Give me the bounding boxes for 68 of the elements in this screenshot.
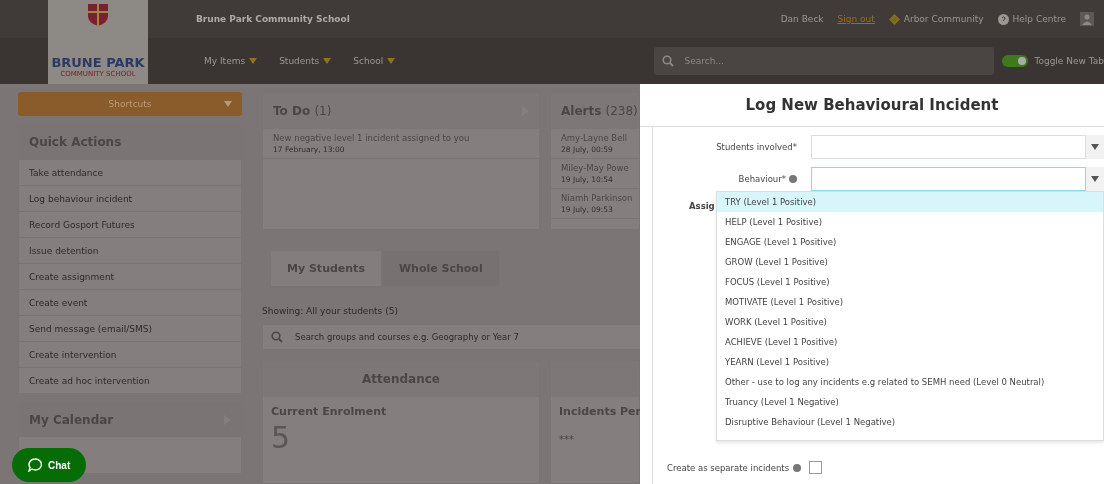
- quick-action-item[interactable]: Send message (email/SMS): [19, 315, 241, 341]
- school-name: Brune Park Community School: [196, 14, 350, 24]
- quick-action-item[interactable]: Record Gosport Futures: [19, 211, 241, 237]
- help-link[interactable]: Help Centre: [1012, 14, 1066, 24]
- chat-button[interactable]: Chat: [12, 448, 87, 482]
- toggle-label: Toggle New Tab: [1034, 56, 1104, 66]
- dropdown-button[interactable]: [1086, 135, 1104, 159]
- dropdown-option[interactable]: TRY (Level 1 Positive): [717, 192, 1103, 212]
- speech-bubble-icon: [28, 458, 42, 472]
- toggle-switch[interactable]: [1002, 55, 1029, 67]
- quick-action-item[interactable]: Take attendance: [19, 159, 241, 185]
- dropdown-option[interactable]: HELP (Level 1 Positive): [717, 212, 1103, 232]
- nav-menu[interactable]: Students: [279, 56, 332, 66]
- quick-action-item[interactable]: Create event: [19, 289, 241, 315]
- search-icon: [662, 55, 675, 67]
- dropdown-option[interactable]: FOCUS (Level 1 Positive): [717, 272, 1103, 292]
- search-input[interactable]: Search...: [682, 55, 987, 67]
- select-field[interactable]: [811, 135, 1086, 159]
- shield-icon: [87, 4, 109, 26]
- dropdown-option[interactable]: ACHIEVE (Level 1 Positive): [717, 332, 1103, 352]
- quick-action-item[interactable]: Create ad hoc intervention: [19, 367, 241, 393]
- caret-icon: [387, 58, 396, 64]
- checkbox-label: Create as separate incidents: [667, 462, 790, 473]
- profile-icon[interactable]: [1080, 12, 1094, 26]
- dialog-title: Log New Behavioural Incident: [640, 84, 1104, 127]
- field-label: Assig: [689, 201, 715, 211]
- group-search-field[interactable]: Search groups and courses e.g. Geography or Year 7: [262, 324, 640, 350]
- shortcuts-button[interactable]: Shortcuts: [18, 92, 242, 116]
- user-name: Dan Beck: [780, 14, 824, 24]
- alert-item[interactable]: Miley-May Powe: [561, 163, 629, 173]
- logo-text: BRUNE PARK: [51, 55, 145, 70]
- dropdown-option[interactable]: WORK (Level 1 Positive): [717, 312, 1103, 332]
- help-icon: [793, 463, 802, 472]
- search-field[interactable]: Search...: [654, 47, 995, 75]
- caret-icon: [224, 101, 232, 107]
- caret-icon: [249, 58, 258, 64]
- metric-value: ***: [558, 433, 575, 447]
- dropdown-option[interactable]: GROW (Level 1 Positive): [717, 252, 1103, 272]
- quick-action-item[interactable]: Create intervention: [19, 341, 241, 367]
- dropdown-button[interactable]: [1086, 167, 1104, 191]
- quick-action-item[interactable]: Log behaviour incident: [19, 185, 241, 211]
- group-search-input[interactable]: Search groups and courses e.g. Geography or Year 7: [293, 331, 637, 343]
- field-label: Behaviour*: [738, 174, 786, 184]
- caret-icon: [1091, 144, 1099, 150]
- dropdown-option[interactable]: YEARN (Level 1 Positive): [717, 352, 1103, 372]
- quick-action-item[interactable]: Create assignment: [19, 263, 241, 289]
- nav-menu[interactable]: My Items: [204, 56, 258, 66]
- caret-icon: [1091, 176, 1099, 182]
- dropdown-option[interactable]: MOTIVATE (Level 1 Positive): [717, 292, 1103, 312]
- community-link[interactable]: Arbor Community: [903, 14, 984, 24]
- showing-text: Showing: All your students (5): [262, 306, 399, 316]
- dropdown-option[interactable]: Disruptive Behaviour (Level 1 Negative): [717, 412, 1103, 432]
- select-field[interactable]: [811, 167, 1086, 191]
- search-icon: [271, 331, 283, 343]
- dropdown-option[interactable]: Truancy (Level 1 Negative): [717, 392, 1103, 412]
- field-label: Students involved*: [716, 142, 797, 152]
- caret-icon: [323, 58, 332, 64]
- community-icon: [888, 13, 900, 25]
- checkbox[interactable]: [809, 461, 823, 474]
- help-icon: [789, 175, 797, 183]
- dropdown-option[interactable]: Other - use to log any incidents e.g related to SEMH need (Level 0 Neutral): [717, 372, 1103, 392]
- nav-menu[interactable]: School: [353, 56, 396, 66]
- metric-title: Current Enrolment: [270, 404, 388, 420]
- dropdown-option[interactable]: ENGAGE (Level 1 Positive): [717, 232, 1103, 252]
- sign-out-link[interactable]: Sign out: [837, 14, 875, 24]
- help-icon: [997, 13, 1009, 25]
- quick-action-item[interactable]: Issue detention: [19, 237, 241, 263]
- tab[interactable]: My Students: [270, 250, 382, 287]
